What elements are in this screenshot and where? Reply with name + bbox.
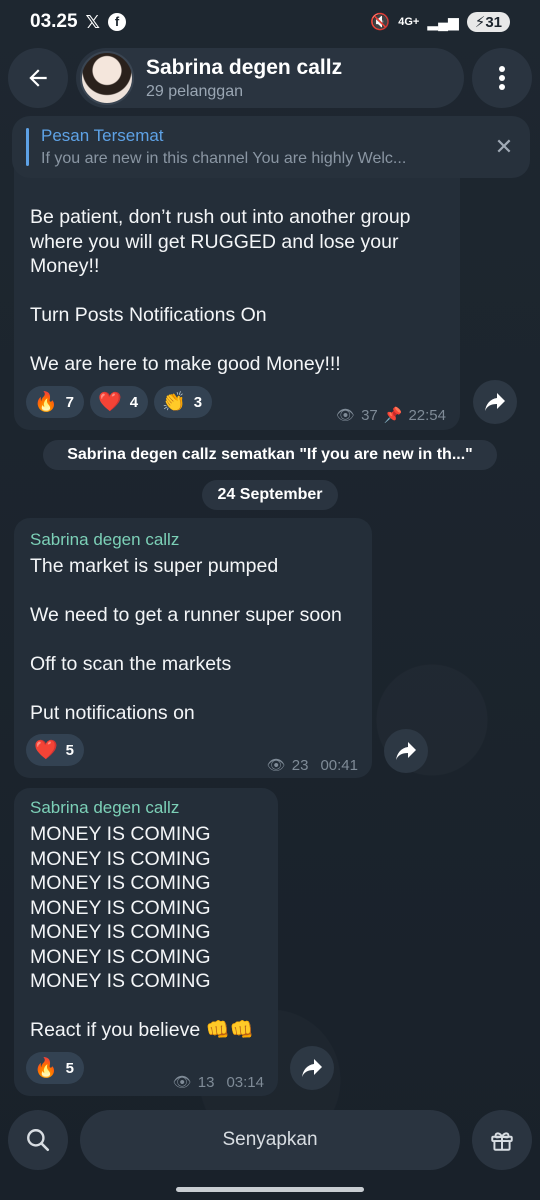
pinned-indicator: [26, 128, 29, 166]
view-count: 13: [197, 1073, 215, 1091]
message-text: MONEY IS COMING MONEY IS COMING MONEY IS…: [30, 823, 255, 1041]
message-text: Be patient, don’t rush out into another …: [30, 206, 411, 375]
signal-icon: ▂▄▆: [427, 13, 459, 30]
share-icon: [396, 742, 416, 760]
share-icon: [485, 393, 505, 411]
message-time: 22:54: [408, 406, 446, 424]
message-time: 03:14: [226, 1073, 264, 1091]
battery-indicator: ⚡31: [466, 12, 510, 32]
message-bubble[interactable]: Be patient, don’t rush out into another …: [14, 150, 460, 430]
channel-info[interactable]: Sabrina degen callz 29 pelanggan: [76, 48, 464, 108]
network-label: 4G+: [398, 16, 420, 28]
eye-icon: 👁: [172, 1074, 192, 1091]
channel-name: Sabrina degen callz: [146, 55, 343, 79]
view-count: 23: [291, 756, 309, 774]
share-icon: [302, 1059, 322, 1077]
pin-icon: 📌: [383, 407, 403, 424]
more-options-button[interactable]: [472, 48, 532, 108]
reaction-heart[interactable]: ❤️ 5: [26, 734, 85, 766]
search-icon: [27, 1129, 50, 1152]
sender-name: Sabrina degen callz: [30, 530, 180, 549]
reaction-fire[interactable]: 🔥 5: [26, 1052, 85, 1084]
message-text: The market is super pumped We need to ge…: [30, 555, 342, 724]
share-button[interactable]: [290, 1046, 334, 1090]
message-meta: 👁 13 03:14: [172, 1073, 264, 1092]
message-meta: 👁 37 📌 22:54: [336, 406, 446, 425]
status-time: 03.25: [30, 11, 78, 32]
more-vertical-icon: [499, 66, 505, 90]
message-bubble[interactable]: Sabrina degen callz MONEY IS COMING MONE…: [14, 788, 278, 1096]
share-button[interactable]: [384, 729, 428, 773]
close-icon: ✕: [494, 134, 514, 159]
date-separator: 24 September: [202, 480, 338, 510]
reaction-fire[interactable]: 🔥 7: [26, 386, 85, 418]
message-bubble[interactable]: Sabrina degen callz The market is super …: [14, 518, 372, 778]
chat-header: Sabrina degen callz 29 pelanggan: [0, 46, 540, 110]
mute-label: Senyapkan: [222, 1129, 318, 1150]
view-count: 37: [361, 406, 378, 424]
mute-icon: 🔇: [370, 14, 391, 31]
pinned-preview: If you are new in this channel You are h…: [41, 150, 407, 167]
eye-icon: 👁: [336, 407, 356, 424]
mute-button[interactable]: Senyapkan: [80, 1110, 460, 1170]
message-meta: 👁 23 00:41: [266, 756, 358, 775]
gift-button[interactable]: [472, 1110, 532, 1170]
reaction-heart[interactable]: ❤️ 4: [90, 386, 149, 418]
reaction-clap[interactable]: 👏 3: [154, 386, 213, 418]
bottom-bar: Senyapkan: [0, 1108, 540, 1172]
status-bar: 03.25 𝕏 f 🔇 4G+ ▂▄▆ ⚡31: [0, 0, 540, 44]
pinned-message-bar[interactable]: Pesan Tersemat If you are new in this ch…: [12, 116, 530, 178]
message-time: 00:41: [320, 756, 358, 774]
home-indicator[interactable]: [176, 1187, 364, 1192]
pin-notice: Sabrina degen callz sematkan "If you are…: [43, 440, 497, 470]
sender-name: Sabrina degen callz: [30, 798, 180, 817]
search-button[interactable]: [8, 1110, 68, 1170]
arrow-left-icon: [29, 69, 47, 87]
x-app-icon: 𝕏: [85, 11, 101, 32]
gift-icon: [491, 1132, 513, 1151]
eye-icon: 👁: [266, 757, 286, 774]
pinned-title: Pesan Tersemat: [41, 126, 164, 145]
facebook-icon: f: [108, 13, 127, 31]
subscriber-count: 29 pelanggan: [146, 82, 243, 100]
close-pinned-button[interactable]: ✕: [484, 134, 524, 160]
share-button[interactable]: [473, 380, 517, 424]
avatar[interactable]: [80, 51, 134, 105]
back-button[interactable]: [8, 48, 68, 108]
